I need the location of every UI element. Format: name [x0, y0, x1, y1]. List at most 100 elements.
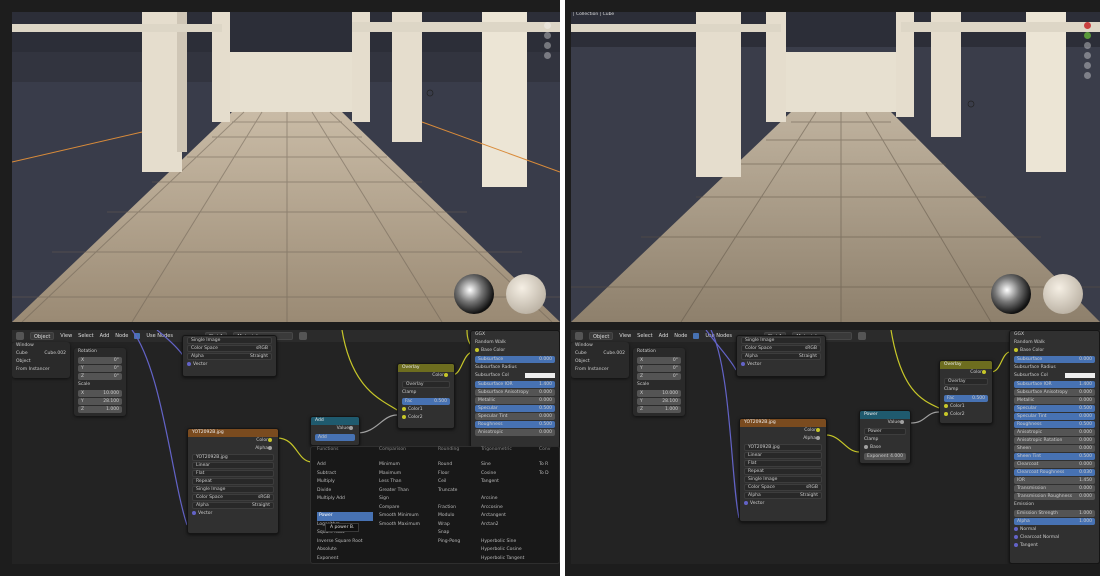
menu-item-compare[interactable]: Compare	[379, 504, 420, 513]
bsdf-input-value[interactable]: 0.500	[1079, 405, 1092, 412]
menu-item-arctangent[interactable]: Arctangent	[481, 512, 524, 521]
navigation-gizmo[interactable]	[1084, 22, 1094, 79]
rot-z-field[interactable]: 0°	[114, 373, 119, 380]
menu-item-cosh[interactable]: Hyperbolic Cosine	[481, 546, 524, 555]
bsdf-input-row[interactable]: IOR 1.450	[1014, 477, 1095, 484]
cs-value[interactable]: sRGB	[806, 485, 818, 490]
alpha-output[interactable]: Alpha	[803, 436, 816, 441]
spec-tint-field[interactable]: 0.000	[539, 413, 552, 420]
bsdf-input-row[interactable]: Specular Tint 0.000	[1014, 413, 1095, 420]
clearcoat-normal-socket[interactable]: Clearcoat Normal	[1020, 535, 1059, 540]
base-color-socket[interactable]: Base Color	[481, 348, 505, 353]
scale-y-field[interactable]: 28.100	[662, 398, 678, 405]
rot-y-field[interactable]: 0°	[673, 365, 678, 372]
source-select[interactable]: Single Image	[745, 338, 774, 343]
roughness-field[interactable]: 0.500	[539, 421, 552, 428]
menu-item-power[interactable]: Power	[317, 512, 373, 521]
menu-item-exponent[interactable]: Exponent	[317, 555, 373, 564]
metallic-field[interactable]: 0.000	[539, 397, 552, 404]
bsdf-input-value[interactable]: 0.030	[1079, 469, 1092, 476]
node-editor[interactable]: Object View Select Add Node Use Nodes Sl…	[571, 330, 1100, 564]
clamp-checkbox[interactable]: Clamp	[944, 386, 958, 394]
bsdf-input-value[interactable]: 0.000	[1079, 397, 1092, 404]
menu-item-arctan2[interactable]: Arctan2	[481, 521, 524, 530]
node-title[interactable]: Overlay	[398, 364, 454, 372]
bsdf-input-value[interactable]: 0.000	[1079, 485, 1092, 492]
color-output[interactable]: Color	[804, 428, 816, 433]
color1-socket[interactable]: Color1	[950, 404, 965, 409]
distribution-select[interactable]: GGX	[1014, 331, 1024, 339]
alpha-value[interactable]: Straight	[252, 503, 270, 508]
fac-field[interactable]: 0.500	[972, 395, 985, 402]
blend-mode-select[interactable]: Overlay	[406, 382, 424, 387]
pan-icon[interactable]	[544, 32, 551, 39]
bsdf-input-row[interactable]: Metallic 0.000	[1014, 397, 1095, 404]
menu-item-sine[interactable]: Sine	[481, 461, 524, 470]
axis-y-icon[interactable]	[1084, 32, 1091, 39]
rot-z-field[interactable]: 0°	[673, 373, 678, 380]
ss-radius-socket[interactable]: Subsurface Radius	[475, 364, 517, 372]
bsdf-input-row[interactable]: Sheen Tint 0.500	[1014, 453, 1095, 460]
menu-item-multiply-add[interactable]: Multiply Add	[317, 495, 373, 504]
aniso-field[interactable]: 0.000	[539, 429, 552, 436]
menu-item-minimum[interactable]: Minimum	[379, 461, 420, 470]
menu-item-maximum[interactable]: Maximum	[379, 470, 420, 479]
clamp-checkbox[interactable]: Clamp	[402, 389, 416, 397]
bsdf-input-value[interactable]: 1.450	[1079, 477, 1092, 484]
cube-label[interactable]: Cube	[16, 350, 28, 358]
value-output[interactable]: Value	[337, 426, 349, 431]
distribution-select[interactable]: GGX	[475, 331, 485, 339]
exponent-field[interactable]: 4.000	[890, 453, 903, 460]
tangent-socket[interactable]: Tangent	[1020, 543, 1038, 548]
bsdf-input-value[interactable]: 0.500	[1079, 421, 1092, 428]
operation-select[interactable]: Add	[318, 434, 327, 441]
menu-item-add[interactable]: Add	[317, 461, 373, 470]
image-texture-node-top[interactable]: Single Image Color Space sRGB Alpha Straig…	[736, 335, 826, 377]
color-output[interactable]: Color	[970, 370, 982, 375]
principled-bsdf-node[interactable]: GGX Random Walk Base Color Subsurface 0.0…	[1009, 330, 1100, 564]
axis-x-icon[interactable]	[1084, 22, 1091, 29]
specular-field[interactable]: 0.500	[539, 405, 552, 412]
bsdf-input-value[interactable]: 0.000	[1079, 389, 1092, 396]
bsdf-input-row[interactable]: Transmission 0.000	[1014, 485, 1095, 492]
cs-value[interactable]: sRGB	[258, 495, 270, 500]
navigation-gizmo[interactable]	[544, 22, 554, 59]
ext-select[interactable]: Repeat	[196, 479, 212, 484]
grid-icon[interactable]	[544, 52, 551, 59]
bsdf-input-value[interactable]: 0.000	[1079, 437, 1092, 444]
bsdf-input-row[interactable]: Roughness 0.500	[1014, 421, 1095, 428]
menu-item-less-than[interactable]: Less Than	[379, 478, 420, 487]
scale-z-field[interactable]: 1.000	[665, 406, 678, 413]
alpha-value[interactable]: Straight	[800, 493, 818, 498]
scale-x-field[interactable]: 10.000	[662, 390, 678, 397]
emission-strength-field[interactable]: 1.000	[1079, 510, 1092, 517]
color-output[interactable]: Color	[432, 373, 444, 378]
menu-item-arcsine[interactable]: Arcsine	[481, 495, 524, 504]
vector-socket[interactable]: Vector	[198, 511, 212, 516]
bsdf-input-row[interactable]: Subsurface Anisotropy 0.000	[1014, 389, 1095, 396]
camera-icon[interactable]	[544, 42, 551, 49]
rot-y-field[interactable]: 0°	[114, 365, 119, 372]
ss-radius-socket[interactable]: Subsurface Radius	[1014, 364, 1056, 372]
base-socket[interactable]: Base	[870, 445, 881, 450]
source-select[interactable]: Single Image	[191, 338, 220, 343]
blend-mode-select[interactable]: Overlay	[948, 379, 966, 384]
ss-color-socket[interactable]: Subsurface Col	[1014, 372, 1048, 380]
bsdf-input-value[interactable]: 0.000	[1079, 429, 1092, 436]
menu-item-round[interactable]: Round	[438, 461, 460, 470]
cube-label[interactable]: Cube	[575, 350, 587, 358]
normal-socket[interactable]: Normal	[1020, 527, 1036, 532]
scale-x-field[interactable]: 10.000	[103, 390, 119, 397]
math-power-node[interactable]: Power Value Power Clamp Base Exponent 4.0…	[859, 410, 911, 464]
interp-select[interactable]: Linear	[196, 463, 210, 468]
menu-item-snap[interactable]: Snap	[438, 529, 460, 538]
node-title[interactable]: Power	[860, 411, 910, 419]
alpha-value[interactable]: Straight	[799, 354, 817, 359]
cs-value[interactable]: sRGB	[805, 346, 817, 351]
bsdf-input-value[interactable]: 1.400	[1079, 381, 1092, 388]
menu-item-multiply[interactable]: Multiply	[317, 478, 373, 487]
menu-item-inv-sqrt[interactable]: Inverse Square Root	[317, 538, 373, 547]
color2-socket[interactable]: Color2	[408, 415, 423, 420]
bsdf-input-value[interactable]: 0.000	[1079, 493, 1092, 500]
camera-icon[interactable]	[1084, 62, 1091, 69]
